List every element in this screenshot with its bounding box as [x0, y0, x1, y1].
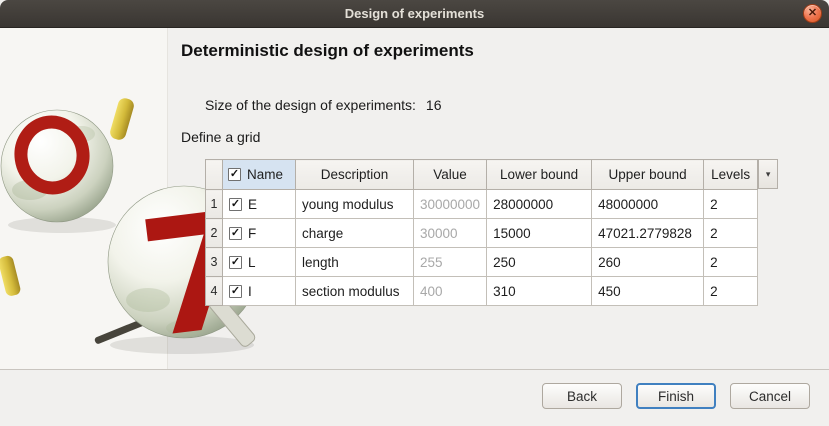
- cell-name[interactable]: ✓ I: [222, 276, 296, 306]
- finish-button[interactable]: Finish: [636, 383, 716, 409]
- watermark-panel: [0, 28, 168, 369]
- cell-value: 30000: [412, 218, 488, 248]
- cell-value: 255: [412, 247, 488, 277]
- cell-lower-bound[interactable]: 250: [486, 247, 593, 277]
- cell-levels[interactable]: 2: [703, 189, 759, 219]
- column-header-lower-bound[interactable]: Lower bound: [486, 159, 593, 190]
- check-icon: ✓: [230, 255, 241, 268]
- cell-name[interactable]: ✓ E: [222, 189, 296, 219]
- dialog-body: 7 Deterministic design of experiments Si…: [0, 28, 829, 426]
- table-row: 2 ✓ F charge 30000 15000 47021.2779828 2: [205, 218, 759, 248]
- variable-name: L: [248, 254, 256, 270]
- table-row: 4 ✓ I section modulus 400 310 450 2: [205, 276, 759, 306]
- check-icon: ✓: [230, 197, 241, 210]
- cell-description[interactable]: length: [295, 247, 414, 277]
- cell-lower-bound[interactable]: 28000000: [486, 189, 593, 219]
- check-icon: ✓: [229, 168, 240, 180]
- cell-name[interactable]: ✓ L: [222, 247, 296, 277]
- cell-description[interactable]: section modulus: [295, 276, 414, 306]
- cell-description[interactable]: charge: [295, 218, 414, 248]
- column-header-name[interactable]: ✓ Name: [222, 159, 296, 190]
- row-number: 1: [205, 189, 223, 219]
- wizard-page: Deterministic design of experiments Size…: [0, 28, 829, 369]
- select-all-checkbox[interactable]: ✓: [228, 168, 241, 181]
- row-checkbox[interactable]: ✓: [229, 197, 242, 211]
- check-icon: ✓: [230, 226, 241, 239]
- close-button[interactable]: ✕: [803, 4, 822, 23]
- cell-lower-bound[interactable]: 15000: [486, 218, 593, 248]
- doe-size-label: Size of the design of experiments:: [205, 97, 416, 113]
- table-row: 3 ✓ L length 255 250 260 2: [205, 247, 759, 277]
- variable-name: F: [248, 225, 257, 241]
- cell-value: 400: [412, 276, 488, 306]
- cell-levels[interactable]: 2: [703, 247, 759, 277]
- doe-size-row: Size of the design of experiments: 16: [205, 97, 809, 114]
- row-checkbox[interactable]: ✓: [229, 226, 242, 240]
- back-button[interactable]: Back: [542, 383, 622, 409]
- grid-table-wrap: ✓ Name Description Value Lower bound Upp…: [205, 159, 779, 306]
- row-header-corner: [205, 159, 223, 190]
- cell-levels[interactable]: 2: [703, 276, 759, 306]
- variable-name: E: [248, 196, 258, 212]
- cell-upper-bound[interactable]: 48000000: [591, 189, 705, 219]
- window-title: Design of experiments: [344, 6, 485, 21]
- cell-upper-bound[interactable]: 450: [591, 276, 705, 306]
- column-header-levels[interactable]: Levels: [703, 159, 759, 190]
- grid-table: ✓ Name Description Value Lower bound Upp…: [205, 159, 759, 306]
- header-row: ✓ Name Description Value Lower bound Upp…: [205, 159, 759, 190]
- cell-levels[interactable]: 2: [703, 218, 759, 248]
- column-header-name-label: Name: [247, 167, 284, 182]
- doe-size-value: 16: [425, 97, 442, 113]
- variable-name: I: [248, 283, 252, 299]
- titlebar[interactable]: Design of experiments ✕: [0, 0, 829, 28]
- chevron-down-icon: ▾: [765, 168, 771, 179]
- check-icon: ✓: [230, 284, 241, 297]
- cell-lower-bound[interactable]: 310: [486, 276, 593, 306]
- column-header-description[interactable]: Description: [295, 159, 414, 190]
- column-options-button[interactable]: ▾: [758, 159, 779, 189]
- column-header-upper-bound[interactable]: Upper bound: [591, 159, 705, 190]
- row-checkbox[interactable]: ✓: [229, 284, 242, 298]
- row-number: 3: [205, 247, 223, 277]
- page-title: Deterministic design of experiments: [181, 41, 474, 60]
- close-icon: ✕: [807, 7, 818, 19]
- cell-description[interactable]: young modulus: [295, 189, 414, 219]
- dialog-window: Design of experiments ✕ 7 Deterministic …: [0, 0, 829, 426]
- define-grid-label: Define a grid: [181, 129, 261, 145]
- cell-upper-bound[interactable]: 260: [591, 247, 705, 277]
- row-checkbox[interactable]: ✓: [229, 255, 242, 269]
- page-content: Deterministic design of experiments Size…: [168, 28, 829, 369]
- cancel-button[interactable]: Cancel: [730, 383, 810, 409]
- cell-name[interactable]: ✓ F: [222, 218, 296, 248]
- cell-value: 30000000: [412, 189, 488, 219]
- cell-upper-bound[interactable]: 47021.2779828: [591, 218, 705, 248]
- column-header-value[interactable]: Value: [412, 159, 488, 190]
- table-row: 1 ✓ E young modulus 30000000 28000000 48…: [205, 189, 759, 219]
- row-number: 4: [205, 276, 223, 306]
- wizard-button-row: Back Finish Cancel: [0, 369, 829, 426]
- row-number: 2: [205, 218, 223, 248]
